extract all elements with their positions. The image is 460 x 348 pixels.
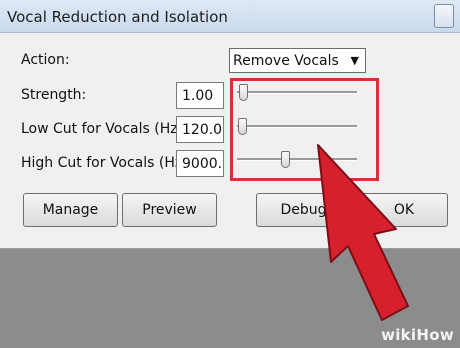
pointer-arrow-shape [317,144,409,321]
watermark: wikiHow [381,326,454,344]
pointer-arrow-icon [317,144,409,321]
